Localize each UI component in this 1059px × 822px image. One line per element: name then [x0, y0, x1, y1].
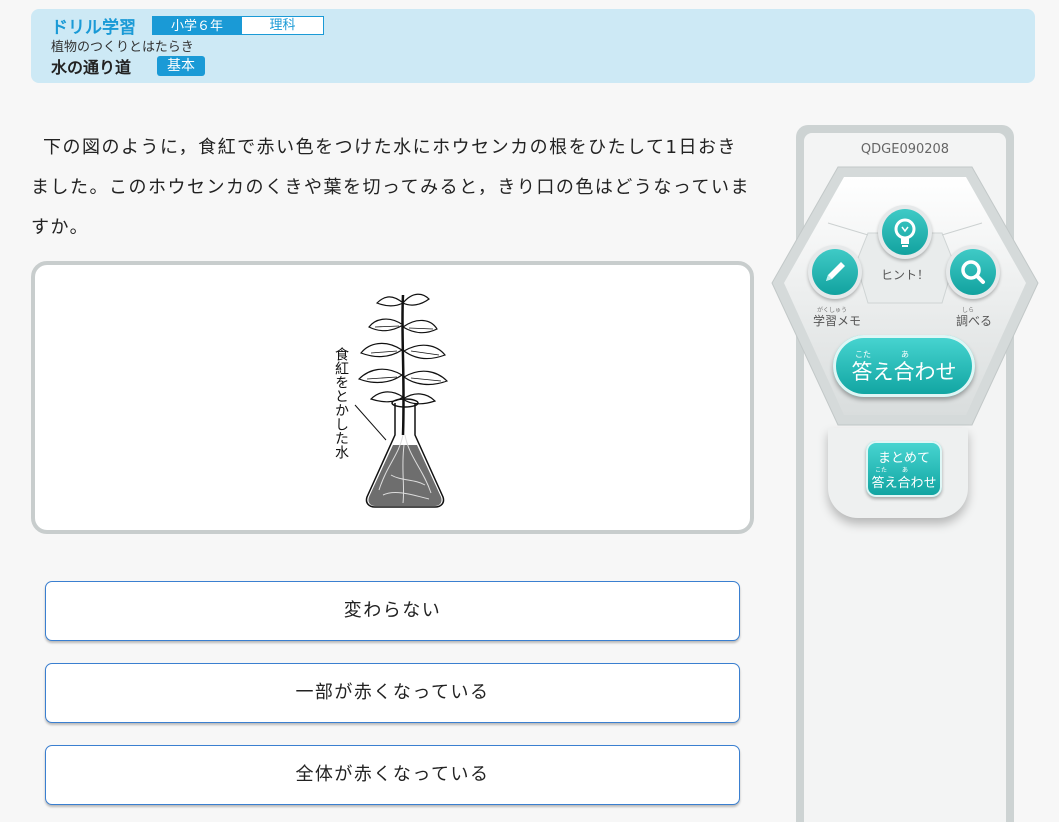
balsam-plant-flask-illustration: 食紅をとかした水	[333, 293, 449, 508]
pencil-icon	[826, 262, 845, 281]
page-title: 水の通り道	[51, 58, 132, 77]
figure-panel: 食紅をとかした水	[31, 261, 754, 534]
choice-button-1[interactable]: 変わらない	[45, 581, 740, 641]
header-bar: ドリル学習 小学６年 理科 植物のつくりとはたらき 水の通り道 基本	[31, 9, 1035, 83]
check-answer-button[interactable]: こた あ 答え合わせ	[833, 335, 975, 397]
subject-badge: 理科	[241, 16, 324, 35]
question-text: 下の図のように，食紅で赤い色をつけた水にホウセンカの根をひたして1日おきました。…	[31, 137, 750, 238]
unit-name: 植物のつくりとはたらき	[51, 40, 194, 55]
lightbulb-icon	[894, 218, 916, 247]
search-icon	[961, 260, 985, 284]
question-code: QDGE090208	[860, 142, 950, 157]
answer-label: 答え合わせ	[851, 360, 957, 384]
memo-label: 学習メモ	[812, 314, 861, 328]
choice-button-3[interactable]: 全体が赤くなっている	[45, 745, 740, 805]
level-badge: 基本	[157, 56, 205, 76]
memo-button[interactable]	[808, 245, 862, 299]
lookup-label: 調べる	[955, 314, 992, 328]
app-title: ドリル学習	[51, 18, 136, 38]
check-all-answers-button[interactable]: まとめて こた あ 答え合わせ	[866, 441, 942, 497]
hint-label: ヒント！	[880, 268, 929, 282]
lookup-button[interactable]	[946, 245, 1000, 299]
grade-badge: 小学６年	[152, 16, 242, 35]
bulk-line1: まとめて	[877, 451, 930, 466]
choice-button-2[interactable]: 一部が赤くなっている	[45, 663, 740, 723]
hint-button[interactable]	[878, 205, 932, 259]
bulk-line2: 答え合わせ	[871, 476, 937, 491]
figure-label: 食紅をとかした水	[333, 346, 349, 459]
